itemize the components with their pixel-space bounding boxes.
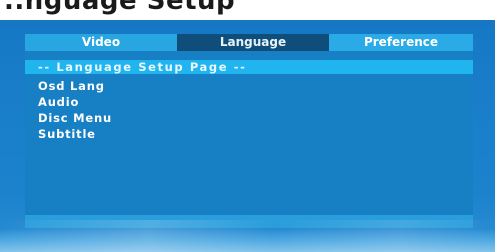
tv-osd-screenshot: ..nguage Setup Video Language Preference…	[0, 0, 495, 252]
setup-tab-bar: Video Language Preference	[25, 34, 473, 51]
menu-item-audio[interactable]: Audio	[38, 94, 112, 110]
tab-video[interactable]: Video	[25, 34, 177, 51]
page-heading: ..nguage Setup	[4, 0, 236, 16]
status-bar	[25, 215, 473, 228]
menu-item-subtitle[interactable]: Subtitle	[38, 126, 112, 142]
menu-list: Osd Lang Audio Disc Menu Subtitle	[38, 78, 112, 142]
language-setup-panel: -- Language Setup Page -- Osd Lang Audio…	[25, 51, 473, 215]
setup-page-header: -- Language Setup Page --	[25, 60, 473, 74]
dvd-setup-screen: Video Language Preference -- Language Se…	[0, 20, 495, 252]
menu-item-osd-lang[interactable]: Osd Lang	[38, 78, 112, 94]
tab-language[interactable]: Language	[177, 34, 329, 51]
tab-preference[interactable]: Preference	[329, 34, 473, 51]
screen-bottom-glow	[0, 230, 495, 252]
menu-item-disc-menu[interactable]: Disc Menu	[38, 110, 112, 126]
